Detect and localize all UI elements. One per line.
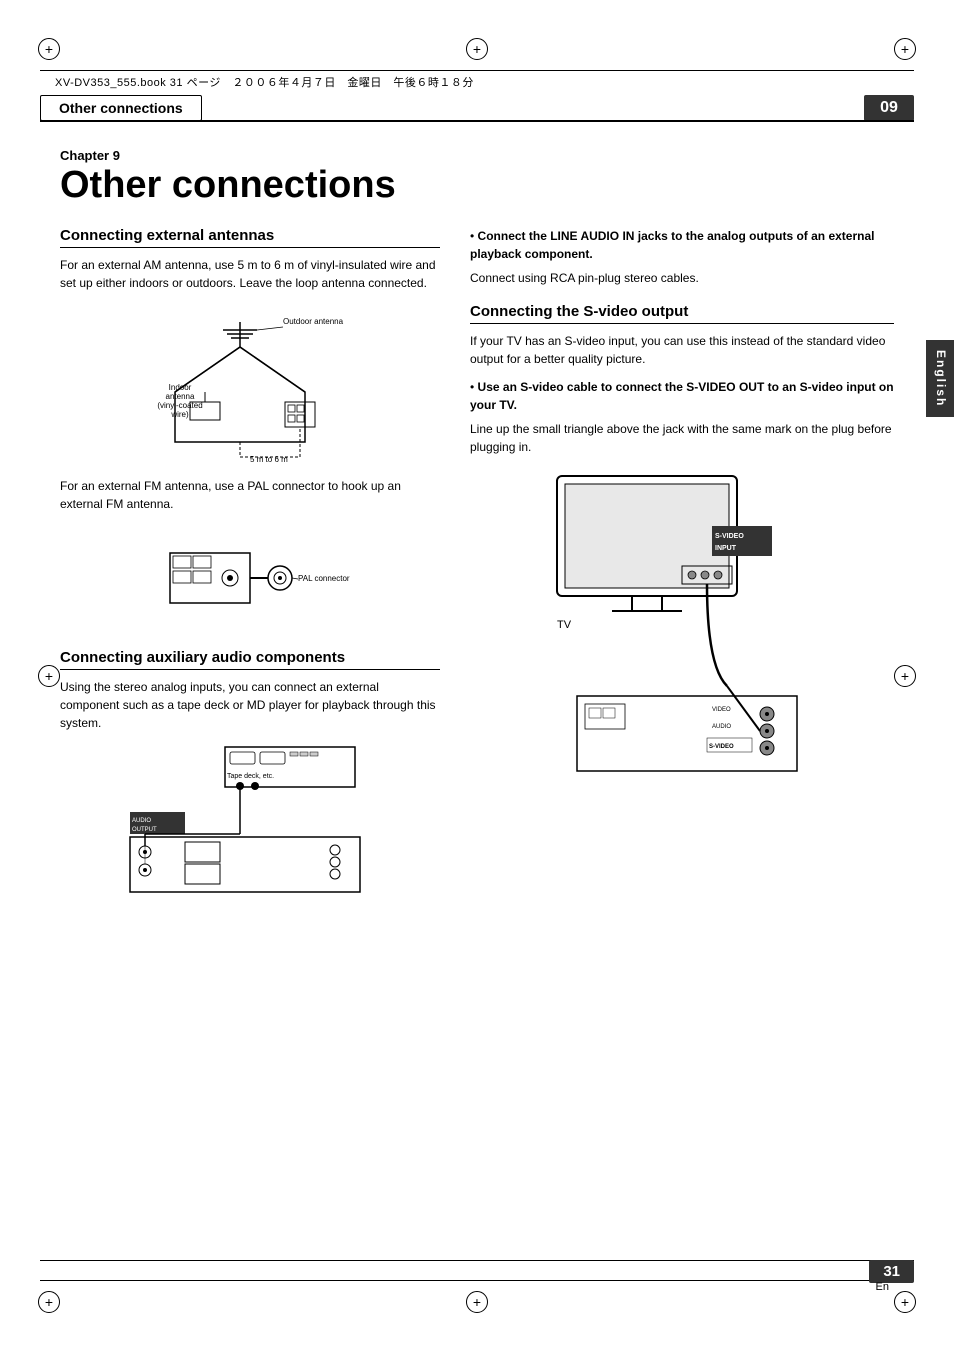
svideo-diagram-container: S-VIDEO INPUT TV <box>470 466 894 796</box>
line-audio-bullet: • Connect the LINE AUDIO IN jacks to the… <box>470 227 894 263</box>
reg-mark-mr <box>894 665 916 687</box>
reg-mark-tl <box>38 38 60 60</box>
am-antenna-diagram: Indoor antenna (vinyl-coated wire) Outdo… <box>60 302 440 467</box>
svg-text:PAL connector: PAL connector <box>298 574 350 583</box>
svideo-bullet: • Use an S-video cable to connect the S-… <box>470 378 894 414</box>
audio-diagram-container: Tape deck, etc. AUDIO OUTPUT <box>60 742 440 902</box>
col-right: • Connect the LINE AUDIO IN jacks to the… <box>470 227 894 912</box>
content-area: Chapter 9 Other connections Connecting e… <box>60 130 894 1251</box>
svg-text:S-VIDEO: S-VIDEO <box>715 533 744 540</box>
svideo-diagram-svg: S-VIDEO INPUT TV <box>547 466 817 796</box>
line-audio-bold: Connect the LINE AUDIO IN jacks to the a… <box>470 229 874 261</box>
header-title: Other connections <box>40 95 202 121</box>
svg-text:(vinyl-coated: (vinyl-coated <box>157 401 202 410</box>
line-audio-text: Connect using RCA pin-plug stereo cables… <box>470 269 894 287</box>
svg-text:AUDIO: AUDIO <box>712 724 731 730</box>
s-video-section: Connecting the S-video output If your TV… <box>470 303 894 796</box>
col-left: Connecting external antennas For an exte… <box>60 227 440 912</box>
svg-text:S-VIDEO: S-VIDEO <box>709 744 734 750</box>
fm-antenna-svg: PAL connector <box>150 523 350 633</box>
page-en: En <box>876 1281 889 1293</box>
svg-text:AUDIO: AUDIO <box>132 818 151 824</box>
bullet-symbol: • <box>470 229 478 243</box>
fm-antenna-text: For an external FM antenna, use a PAL co… <box>60 477 440 513</box>
top-line-1 <box>40 70 914 71</box>
two-col-layout: Connecting external antennas For an exte… <box>60 227 894 912</box>
svg-text:wire): wire) <box>170 410 189 419</box>
auxiliary-text: Using the stereo analog inputs, you can … <box>60 678 440 732</box>
fm-antenna-diagram: PAL connector <box>60 523 440 633</box>
reg-mark-tm <box>466 38 488 60</box>
chapter-number: 09 <box>864 95 914 121</box>
svg-text:INPUT: INPUT <box>715 545 737 552</box>
svideo-bullet-bold: Use an S-video cable to connect the S-VI… <box>470 380 894 412</box>
reg-mark-ml <box>38 665 60 687</box>
section-heading-auxiliary: Connecting auxiliary audio components <box>60 649 440 670</box>
svg-text:TV: TV <box>557 619 572 631</box>
svg-text:VIDEO: VIDEO <box>712 707 731 713</box>
svg-text:Tape deck, etc.: Tape deck, etc. <box>227 773 274 780</box>
jp-header: XV-DV353_555.book 31 ページ ２００６年４月７日 金曜日 午… <box>55 74 474 90</box>
header-bottom-line <box>40 120 914 122</box>
bullet-symbol-2: • <box>470 380 478 394</box>
footer-bar-2 <box>40 1280 914 1281</box>
reg-mark-bl <box>38 1291 60 1313</box>
chapter-label: Chapter 9 <box>60 148 894 163</box>
audio-diagram-svg: Tape deck, etc. AUDIO OUTPUT <box>125 742 375 902</box>
footer-bar <box>40 1260 914 1261</box>
svideo-bullet-text: Line up the small triangle above the jac… <box>470 420 894 456</box>
reg-mark-bm <box>466 1291 488 1313</box>
svg-text:antenna: antenna <box>166 392 195 401</box>
reg-mark-tr <box>894 38 916 60</box>
svg-text:Outdoor antenna: Outdoor antenna <box>283 317 344 326</box>
am-antenna-svg: Indoor antenna (vinyl-coated wire) Outdo… <box>135 302 365 467</box>
page: XV-DV353_555.book 31 ページ ２００６年４月７日 金曜日 午… <box>0 0 954 1351</box>
english-tab: English <box>926 340 954 417</box>
header-area: Other connections 09 <box>40 95 914 121</box>
section-heading-svideo: Connecting the S-video output <box>470 303 894 324</box>
reg-mark-br <box>894 1291 916 1313</box>
svg-text:5 m to 6 m: 5 m to 6 m <box>250 455 288 464</box>
svg-text:Indoor: Indoor <box>169 383 192 392</box>
antenna-text1: For an external AM antenna, use 5 m to 6… <box>60 256 440 292</box>
page-number: 31 <box>869 1260 914 1283</box>
svideo-text: If your TV has an S-video input, you can… <box>470 332 894 368</box>
auxiliary-audio-section: Connecting auxiliary audio components Us… <box>60 649 440 902</box>
chapter-title: Other connections <box>60 165 894 207</box>
svg-text:OUTPUT: OUTPUT <box>132 827 157 833</box>
section-heading-antennas: Connecting external antennas <box>60 227 440 248</box>
